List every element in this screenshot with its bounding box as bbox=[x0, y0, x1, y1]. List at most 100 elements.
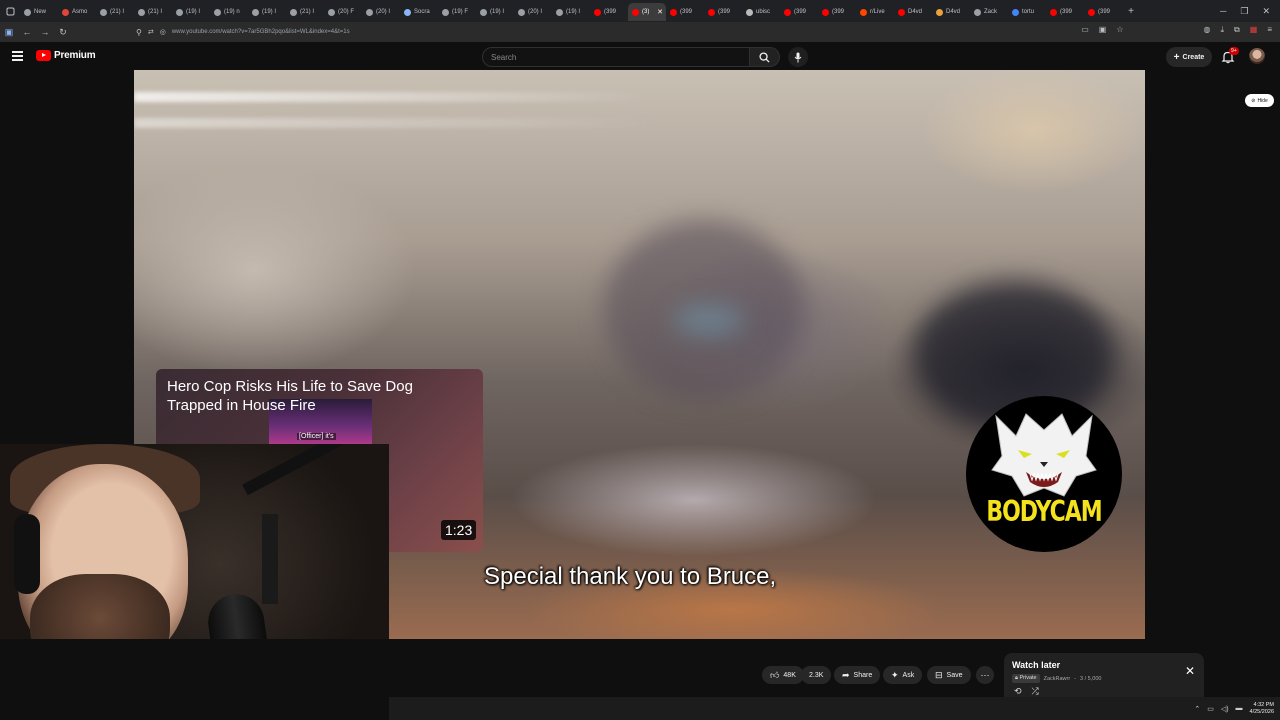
browser-menu-icon[interactable]: ≡ bbox=[1267, 25, 1272, 35]
restore-icon[interactable]: ❐ bbox=[1240, 6, 1248, 17]
youtube-logo[interactable]: Premium bbox=[36, 50, 96, 61]
site-info-icon[interactable]: ⚲ bbox=[136, 28, 142, 37]
browser-tab[interactable]: r/Live bbox=[856, 3, 894, 21]
url-text[interactable]: www.youtube.com/watch?v=7ar5GBh2pqo&list… bbox=[172, 29, 350, 35]
browser-tab-strip: New Asmo (21) I (21) I (19) I (19) n (19) I (21… bbox=[0, 0, 1280, 22]
browser-tab[interactable]: (399 bbox=[666, 3, 704, 21]
watch-later-panel[interactable]: Watch later 🔒︎ Private ZackRawrr - 3 / 5… bbox=[1004, 653, 1204, 703]
browser-tab[interactable]: (19) I bbox=[172, 3, 210, 21]
browser-tab[interactable]: (20) F bbox=[324, 3, 362, 21]
browser-tab[interactable]: (3) ✕ bbox=[628, 3, 666, 21]
tab-label: (20) I bbox=[528, 9, 543, 15]
omnibox[interactable]: ⚲ ⇄ ◎ www.youtube.com/watch?v=7ar5GBh2pq… bbox=[136, 25, 1146, 39]
sidebar-toggle-icon[interactable]: ▣ bbox=[0, 27, 18, 38]
minimize-icon[interactable]: ─ bbox=[1220, 6, 1226, 16]
browser-tab[interactable]: (19) n bbox=[210, 3, 248, 21]
browser-tab[interactable]: (21) I bbox=[96, 3, 134, 21]
browser-tab[interactable]: (399 bbox=[780, 3, 818, 21]
tab-favicon-icon bbox=[252, 8, 259, 16]
forward-icon[interactable]: → bbox=[36, 27, 54, 37]
youtube-masthead: Premium Search + Create 9+ bbox=[0, 42, 1280, 70]
guide-menu-icon[interactable] bbox=[12, 51, 23, 61]
video-duration-badge: 1:23 bbox=[441, 520, 477, 540]
voice-search-button[interactable] bbox=[788, 47, 808, 67]
browser-tab[interactable]: Zack bbox=[970, 3, 1008, 21]
browser-tab[interactable]: (21) I bbox=[286, 3, 324, 21]
window-controls: ─ ❐ ✕ bbox=[1220, 0, 1280, 22]
browser-tab[interactable]: Socra bbox=[400, 3, 438, 21]
volume-icon[interactable]: ◁) bbox=[1221, 705, 1229, 713]
more-actions-icon[interactable]: ⋯ bbox=[976, 666, 994, 684]
picture-in-picture-icon[interactable]: ▣ bbox=[1099, 25, 1107, 35]
headphones bbox=[14, 514, 40, 594]
tab-label: tortu bbox=[1022, 9, 1035, 15]
battery-icon[interactable]: ▬ bbox=[1236, 705, 1243, 712]
tab-favicon-icon bbox=[708, 8, 715, 16]
profile-icon[interactable]: ▦ bbox=[1250, 25, 1258, 35]
reload-icon[interactable]: ↻ bbox=[54, 27, 72, 38]
loop-icon[interactable]: ⟲ bbox=[1014, 686, 1022, 697]
tab-favicon-icon bbox=[556, 8, 563, 16]
download-icon[interactable]: ⤓ bbox=[1221, 25, 1225, 35]
new-tab-button[interactable]: + bbox=[1122, 6, 1140, 17]
browser-tab[interactable]: D4vd bbox=[932, 3, 970, 21]
browser-tab[interactable]: D4vd bbox=[894, 3, 932, 21]
channel-watermark[interactable]: BODYCAM bbox=[966, 396, 1122, 552]
browser-tab[interactable]: (19) F bbox=[438, 3, 476, 21]
hide-button[interactable]: ⊘ Hide bbox=[1245, 94, 1274, 107]
browser-tab[interactable]: (399 bbox=[1046, 3, 1084, 21]
network-icon[interactable]: ▭ bbox=[1207, 705, 1214, 713]
close-window-icon[interactable]: ✕ bbox=[1262, 6, 1270, 17]
endscreen-title: Hero Cop Risks His Life to Save Dog Trap… bbox=[167, 378, 413, 414]
tab-favicon-icon bbox=[1050, 8, 1057, 16]
playlist-owner: ZackRawrr bbox=[1043, 675, 1071, 682]
browser-tab[interactable]: Asmo bbox=[58, 3, 96, 21]
tab-favicon-icon bbox=[214, 8, 221, 16]
cast-icon[interactable]: ▭ bbox=[1081, 25, 1089, 35]
tab-list: New Asmo (21) I (21) I (19) I (19) n (19) I (21… bbox=[20, 1, 1122, 21]
save-button[interactable]: ⊟ Save bbox=[927, 666, 971, 684]
microphone-arm bbox=[242, 444, 381, 496]
browser-tab[interactable]: tortu bbox=[1008, 3, 1046, 21]
permissions-icon[interactable]: ◎ bbox=[160, 28, 166, 36]
tune-icon[interactable]: ⇄ bbox=[148, 28, 154, 36]
browser-tab[interactable]: New bbox=[20, 3, 58, 21]
browser-tab[interactable]: (19) I bbox=[476, 3, 514, 21]
search-button[interactable] bbox=[750, 47, 780, 67]
extensions-icon[interactable]: ⧉ bbox=[1234, 25, 1240, 35]
shuffle-icon[interactable]: ⤮ bbox=[1032, 686, 1039, 697]
tab-search-icon[interactable] bbox=[0, 0, 20, 22]
meta-separator: - bbox=[1074, 675, 1077, 682]
browser-tab[interactable]: (399 bbox=[818, 3, 856, 21]
tray-chevron-icon[interactable]: ⌃ bbox=[1194, 705, 1200, 713]
browser-tab[interactable]: (20) I bbox=[362, 3, 400, 21]
search-input[interactable]: Search bbox=[482, 47, 750, 67]
create-button[interactable]: + Create bbox=[1166, 47, 1212, 67]
close-tab-icon[interactable]: ✕ bbox=[657, 8, 666, 16]
video-frame-blur bbox=[674, 305, 744, 335]
browser-tab[interactable]: (19) I bbox=[552, 3, 590, 21]
share-button[interactable]: ➦ Share bbox=[834, 666, 881, 684]
tab-label: (19) F bbox=[452, 9, 469, 15]
browser-tab[interactable]: ubisc bbox=[742, 3, 780, 21]
tab-label: (399 bbox=[1060, 9, 1073, 15]
tab-favicon-icon bbox=[936, 8, 943, 16]
back-icon[interactable]: ← bbox=[18, 27, 36, 37]
close-icon[interactable]: ✕ bbox=[1185, 664, 1195, 678]
browser-tab[interactable]: (20) I bbox=[514, 3, 552, 21]
like-button[interactable]: 👍︎ 48K bbox=[762, 666, 804, 684]
ask-button[interactable]: ✦ Ask bbox=[883, 666, 923, 684]
tab-label: Socra bbox=[414, 9, 430, 15]
browser-tab[interactable]: (21) I bbox=[134, 3, 172, 21]
account-avatar[interactable] bbox=[1249, 48, 1265, 64]
bookmark-star-icon[interactable]: ☆ bbox=[1116, 25, 1123, 35]
browser-tab[interactable]: (399 bbox=[590, 3, 628, 21]
tab-favicon-icon bbox=[746, 8, 753, 16]
dislike-button[interactable]: 2.3K bbox=[801, 666, 832, 684]
browser-tab[interactable]: (399 bbox=[704, 3, 742, 21]
tab-favicon-icon bbox=[404, 8, 411, 16]
browser-tab[interactable]: (19) I bbox=[248, 3, 286, 21]
browser-tab[interactable]: (399 bbox=[1084, 3, 1122, 21]
password-icon[interactable]: ◍ bbox=[1204, 25, 1211, 35]
system-clock[interactable]: 4:32 PM 4/25/2026 bbox=[1250, 702, 1274, 716]
